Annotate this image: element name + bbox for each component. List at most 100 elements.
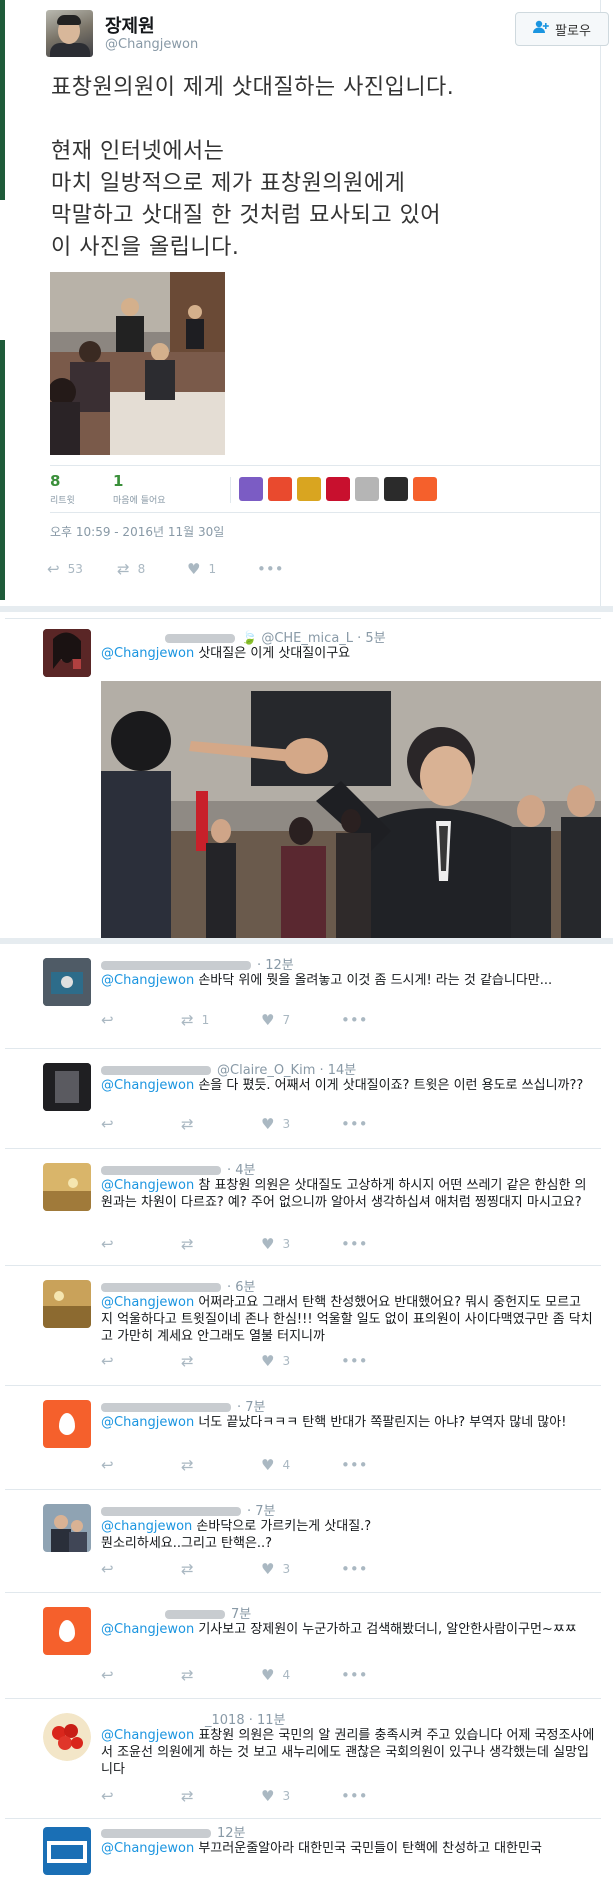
liker-avatar[interactable] xyxy=(239,477,263,501)
like-button[interactable]: ♥ 4 xyxy=(261,1456,341,1474)
like-button[interactable]: ♥ 3 xyxy=(261,1560,341,1578)
avatar[interactable] xyxy=(43,1400,91,1448)
retweet-button[interactable]: ⇄ xyxy=(181,1115,261,1133)
reply-handle[interactable]: @Claire_O_Kim · 14분 xyxy=(101,1059,356,1078)
retweet-button[interactable]: ⇄ xyxy=(181,1456,261,1474)
liker-avatar[interactable] xyxy=(413,477,437,501)
more-button[interactable]: ••• xyxy=(341,1235,368,1253)
reply-button[interactable]: ↩ xyxy=(101,1352,181,1370)
reply-button[interactable]: ↩ xyxy=(101,1787,181,1805)
tweet-actions: ↩ ⇄ ♥ 4 ••• xyxy=(101,1666,368,1684)
reply-photo[interactable] xyxy=(101,681,601,939)
more-button[interactable]: ••• xyxy=(341,1787,368,1805)
add-user-icon xyxy=(533,20,549,38)
mention-link[interactable]: @changjewon xyxy=(101,1519,192,1534)
follow-button[interactable]: 팔로우 xyxy=(515,12,609,46)
more-button[interactable]: ••• xyxy=(341,1666,368,1684)
retweet-button[interactable]: ⇄ xyxy=(181,1235,261,1253)
liker-avatar[interactable] xyxy=(384,477,408,501)
mention-link[interactable]: @Changjewon xyxy=(101,1078,194,1093)
like-button[interactable]: ♥ 3 xyxy=(261,1352,341,1370)
reply-handle[interactable]: 7분 xyxy=(165,1603,251,1622)
avatar[interactable] xyxy=(43,958,91,1006)
more-button[interactable]: ••• xyxy=(341,1456,368,1474)
egg-icon xyxy=(59,1620,75,1642)
retweet-label: 리트윗 xyxy=(50,496,75,506)
like-button[interactable]: ♥ 1 xyxy=(187,560,257,578)
list-item: 7분 @Changjewon 기사보고 장제원이 누군가하고 검색해봤더니, 알… xyxy=(5,1593,601,1699)
more-button[interactable]: ••• xyxy=(257,560,284,578)
reply-handle[interactable]: · 7분 xyxy=(101,1396,266,1415)
like-button[interactable]: ♥ 3 xyxy=(261,1787,341,1805)
reply-button[interactable]: ↩ xyxy=(101,1456,181,1474)
reply-handle[interactable]: _1018 · 11분 xyxy=(205,1709,285,1728)
like-button[interactable]: ♥ 7 xyxy=(261,1011,341,1029)
reply-handle[interactable]: 12분 xyxy=(101,1822,246,1841)
more-button[interactable]: ••• xyxy=(341,1011,368,1029)
retweet-button[interactable]: ⇄ xyxy=(181,1352,261,1370)
like-button[interactable]: ♥ 3 xyxy=(261,1115,341,1133)
handle-text: 12분 xyxy=(217,1826,246,1841)
reply-button[interactable]: ↩ xyxy=(101,1560,181,1578)
like-button[interactable]: ♥ 3 xyxy=(261,1235,341,1253)
liker-avatar[interactable] xyxy=(355,477,379,501)
like-stat[interactable]: 1 마음에 들어요 xyxy=(113,472,166,506)
liker-avatar[interactable] xyxy=(268,477,292,501)
reply-icon: ↩ xyxy=(101,1115,114,1133)
avatar[interactable] xyxy=(43,1504,91,1552)
avatar[interactable] xyxy=(43,1713,91,1761)
more-icon: ••• xyxy=(341,1666,368,1684)
mention-link[interactable]: @Changjewon xyxy=(101,1841,194,1856)
mention-link[interactable]: @Changjewon xyxy=(101,973,194,988)
liker-avatar[interactable] xyxy=(297,477,321,501)
avatar[interactable] xyxy=(43,1607,91,1655)
avatar[interactable] xyxy=(46,10,93,57)
retweet-button[interactable]: ⇄ xyxy=(181,1666,261,1684)
mention-link[interactable]: @Changjewon xyxy=(101,646,194,661)
more-icon: ••• xyxy=(341,1456,368,1474)
reply-handle[interactable]: · 7분 xyxy=(101,1500,276,1519)
retweet-stat[interactable]: 8 리트윗 xyxy=(50,472,75,506)
reply-button[interactable]: ↩ xyxy=(101,1115,181,1133)
avatar[interactable] xyxy=(43,1063,91,1111)
mention-link[interactable]: @Changjewon xyxy=(101,1622,194,1637)
mention-link[interactable]: @Changjewon xyxy=(101,1295,194,1310)
handle-text: · 12분 xyxy=(257,958,294,973)
reply-button[interactable]: ↩ xyxy=(101,1235,181,1253)
avatar[interactable] xyxy=(43,1280,91,1328)
handle-text: · 4분 xyxy=(227,1163,256,1178)
author-handle[interactable]: @Changjewon xyxy=(105,37,198,52)
mention-link[interactable]: @Changjewon xyxy=(101,1415,194,1430)
heart-icon: ♥ xyxy=(261,1352,275,1370)
liker-avatars xyxy=(230,477,437,503)
reply-handle[interactable]: 🍃 @CHE_mica_L · 5분 xyxy=(165,627,386,646)
heart-icon: ♥ xyxy=(261,1235,275,1253)
more-button[interactable]: ••• xyxy=(341,1352,368,1370)
reply-text: @Changjewon 어쩌라고요 그래서 탄핵 찬성했어요 반대했어요? 뭐시… xyxy=(101,1294,596,1345)
handle-text: · 7분 xyxy=(247,1504,276,1519)
liker-avatar[interactable] xyxy=(326,477,350,501)
retweet-button[interactable]: ⇄ xyxy=(181,1787,261,1805)
more-button[interactable]: ••• xyxy=(341,1115,368,1133)
mention-link[interactable]: @Changjewon xyxy=(101,1178,194,1193)
more-button[interactable]: ••• xyxy=(341,1560,368,1578)
reply-button[interactable]: ↩ xyxy=(101,1666,181,1684)
reply-button[interactable]: ↩ 53 xyxy=(47,560,117,578)
reply-handle[interactable]: · 6분 xyxy=(101,1276,256,1295)
retweet-button[interactable]: ⇄ 8 xyxy=(117,560,187,578)
reply-button[interactable]: ↩ xyxy=(101,1011,181,1029)
retweet-count: 8 xyxy=(50,472,61,490)
timestamp[interactable]: 오후 10:59 - 2016년 11월 30일 xyxy=(50,523,224,540)
mention-link[interactable]: @Changjewon xyxy=(101,1728,194,1743)
retweet-button[interactable]: ⇄ 1 xyxy=(181,1011,261,1029)
reply-handle[interactable]: · 12분 xyxy=(101,954,294,973)
tweet-photo[interactable] xyxy=(50,272,225,455)
like-button[interactable]: ♥ 4 xyxy=(261,1666,341,1684)
main-tweet: 장제원 @Changjewon 팔로우 표창원의원이 제게 삿대질하는 사진입니… xyxy=(5,0,609,606)
avatar[interactable] xyxy=(43,1827,91,1875)
avatar[interactable] xyxy=(43,629,91,677)
retweet-button[interactable]: ⇄ xyxy=(181,1560,261,1578)
avatar[interactable] xyxy=(43,1163,91,1211)
reply-handle[interactable]: · 4분 xyxy=(101,1159,256,1178)
author-name[interactable]: 장제원 xyxy=(105,12,155,38)
